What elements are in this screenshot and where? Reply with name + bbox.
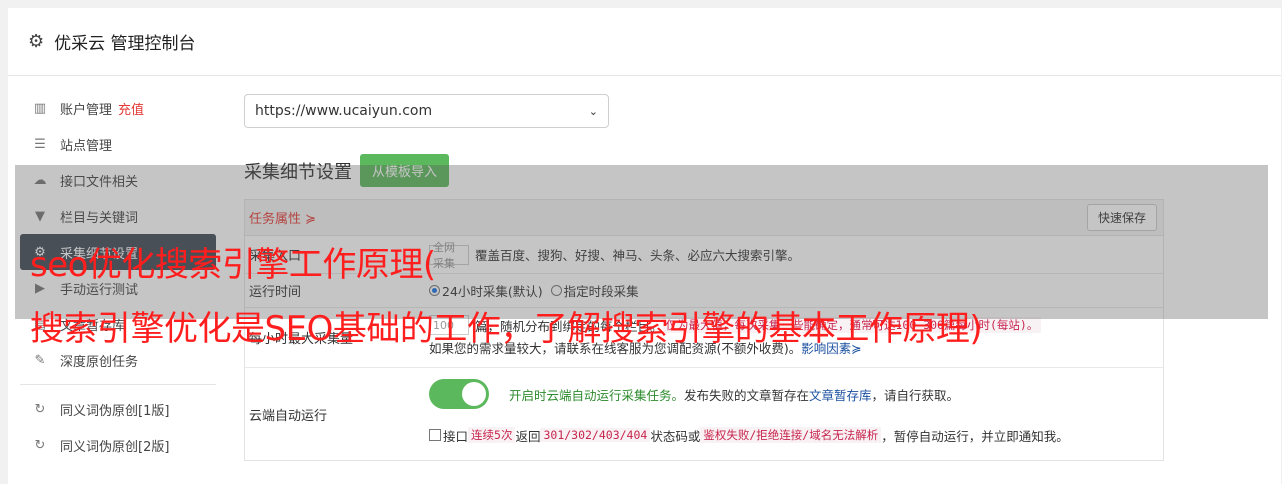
refresh-icon: ↻ (34, 437, 46, 453)
cloud2-a: 接口 (443, 428, 469, 444)
cloud-desc-1: 发布失败的文章暂存在 (684, 387, 810, 403)
recharge-link[interactable]: 充值 (118, 99, 144, 118)
gray-overlay (15, 165, 1268, 319)
cloud2-d: ，暂停自动运行，并立即通知我。 (881, 428, 1069, 444)
sidebar-item-account[interactable]: ▥ 账户管理 充值 (20, 90, 216, 126)
server-icon: ☰ (34, 136, 46, 152)
gear-icon: ⚙ (28, 31, 45, 52)
refresh-icon: ↻ (34, 401, 46, 417)
chevron-down-icon: ⌄ (588, 104, 598, 118)
sidebar-item-synonym-v1[interactable]: ↻ 同义词伪原创[1版] (20, 391, 216, 427)
sidebar-item-label: 站点管理 (60, 138, 113, 154)
page-title: 优采云 管理控制台 (54, 34, 196, 54)
cloud-desc-2: ，请自行获取。 (871, 387, 960, 403)
overlay-title-line-2: 搜索引擎优化是SEO基础的工作，了解搜索引擎的基本工作原理) (30, 309, 983, 349)
sidebar-item-label: 同义词伪原创[2版] (60, 439, 170, 455)
cloud2-b: 返回 (515, 428, 541, 444)
cloud-auto-run-label: 云端自动运行 (249, 408, 328, 424)
cloud-desc-green: 开启时云端自动运行采集任务。 (509, 387, 685, 403)
cloud2-tag3: 鉴权失败/拒绝连接/域名无法解析 (700, 427, 882, 443)
sidebar-item-label: 同义词伪原创[1版] (60, 403, 170, 419)
sidebar-item-label: 账户管理 (60, 102, 113, 118)
cloud2-c: 状态码或 (650, 428, 701, 444)
page-header: ⚙ 优采云 管理控制台 (8, 8, 1281, 76)
article-storage-link[interactable]: 文章暂存库 (809, 385, 872, 404)
pause-on-error-checkbox[interactable] (429, 429, 441, 441)
cloud2-tag1: 连续5次 (468, 427, 516, 443)
sidebar-item-sites[interactable]: ☰ 站点管理 (20, 126, 216, 162)
sidebar-divider (20, 384, 216, 385)
cloud-auto-run-toggle[interactable] (429, 379, 489, 409)
toggle-knob (462, 382, 486, 406)
edit-icon: ✎ (34, 352, 46, 368)
sidebar-item-label: 深度原创任务 (60, 354, 139, 370)
bar-chart-icon: ▥ (33, 100, 47, 116)
cloud2-tag2: 301/302/403/404 (540, 428, 651, 442)
sidebar-item-synonym-v2[interactable]: ↻ 同义词伪原创[2版] (20, 427, 216, 463)
overlay-title-line-1: seo优化搜索引擎工作原理( (30, 245, 436, 285)
site-select-value: https://www.ucaiyun.com (255, 103, 433, 119)
row-cloud-auto-run: 云端自动运行 开启时云端自动运行采集任务。 发布失败的文章暂存在 文章暂存库 ，… (245, 368, 1163, 460)
site-select[interactable]: https://www.ucaiyun.com ⌄ (244, 94, 609, 128)
